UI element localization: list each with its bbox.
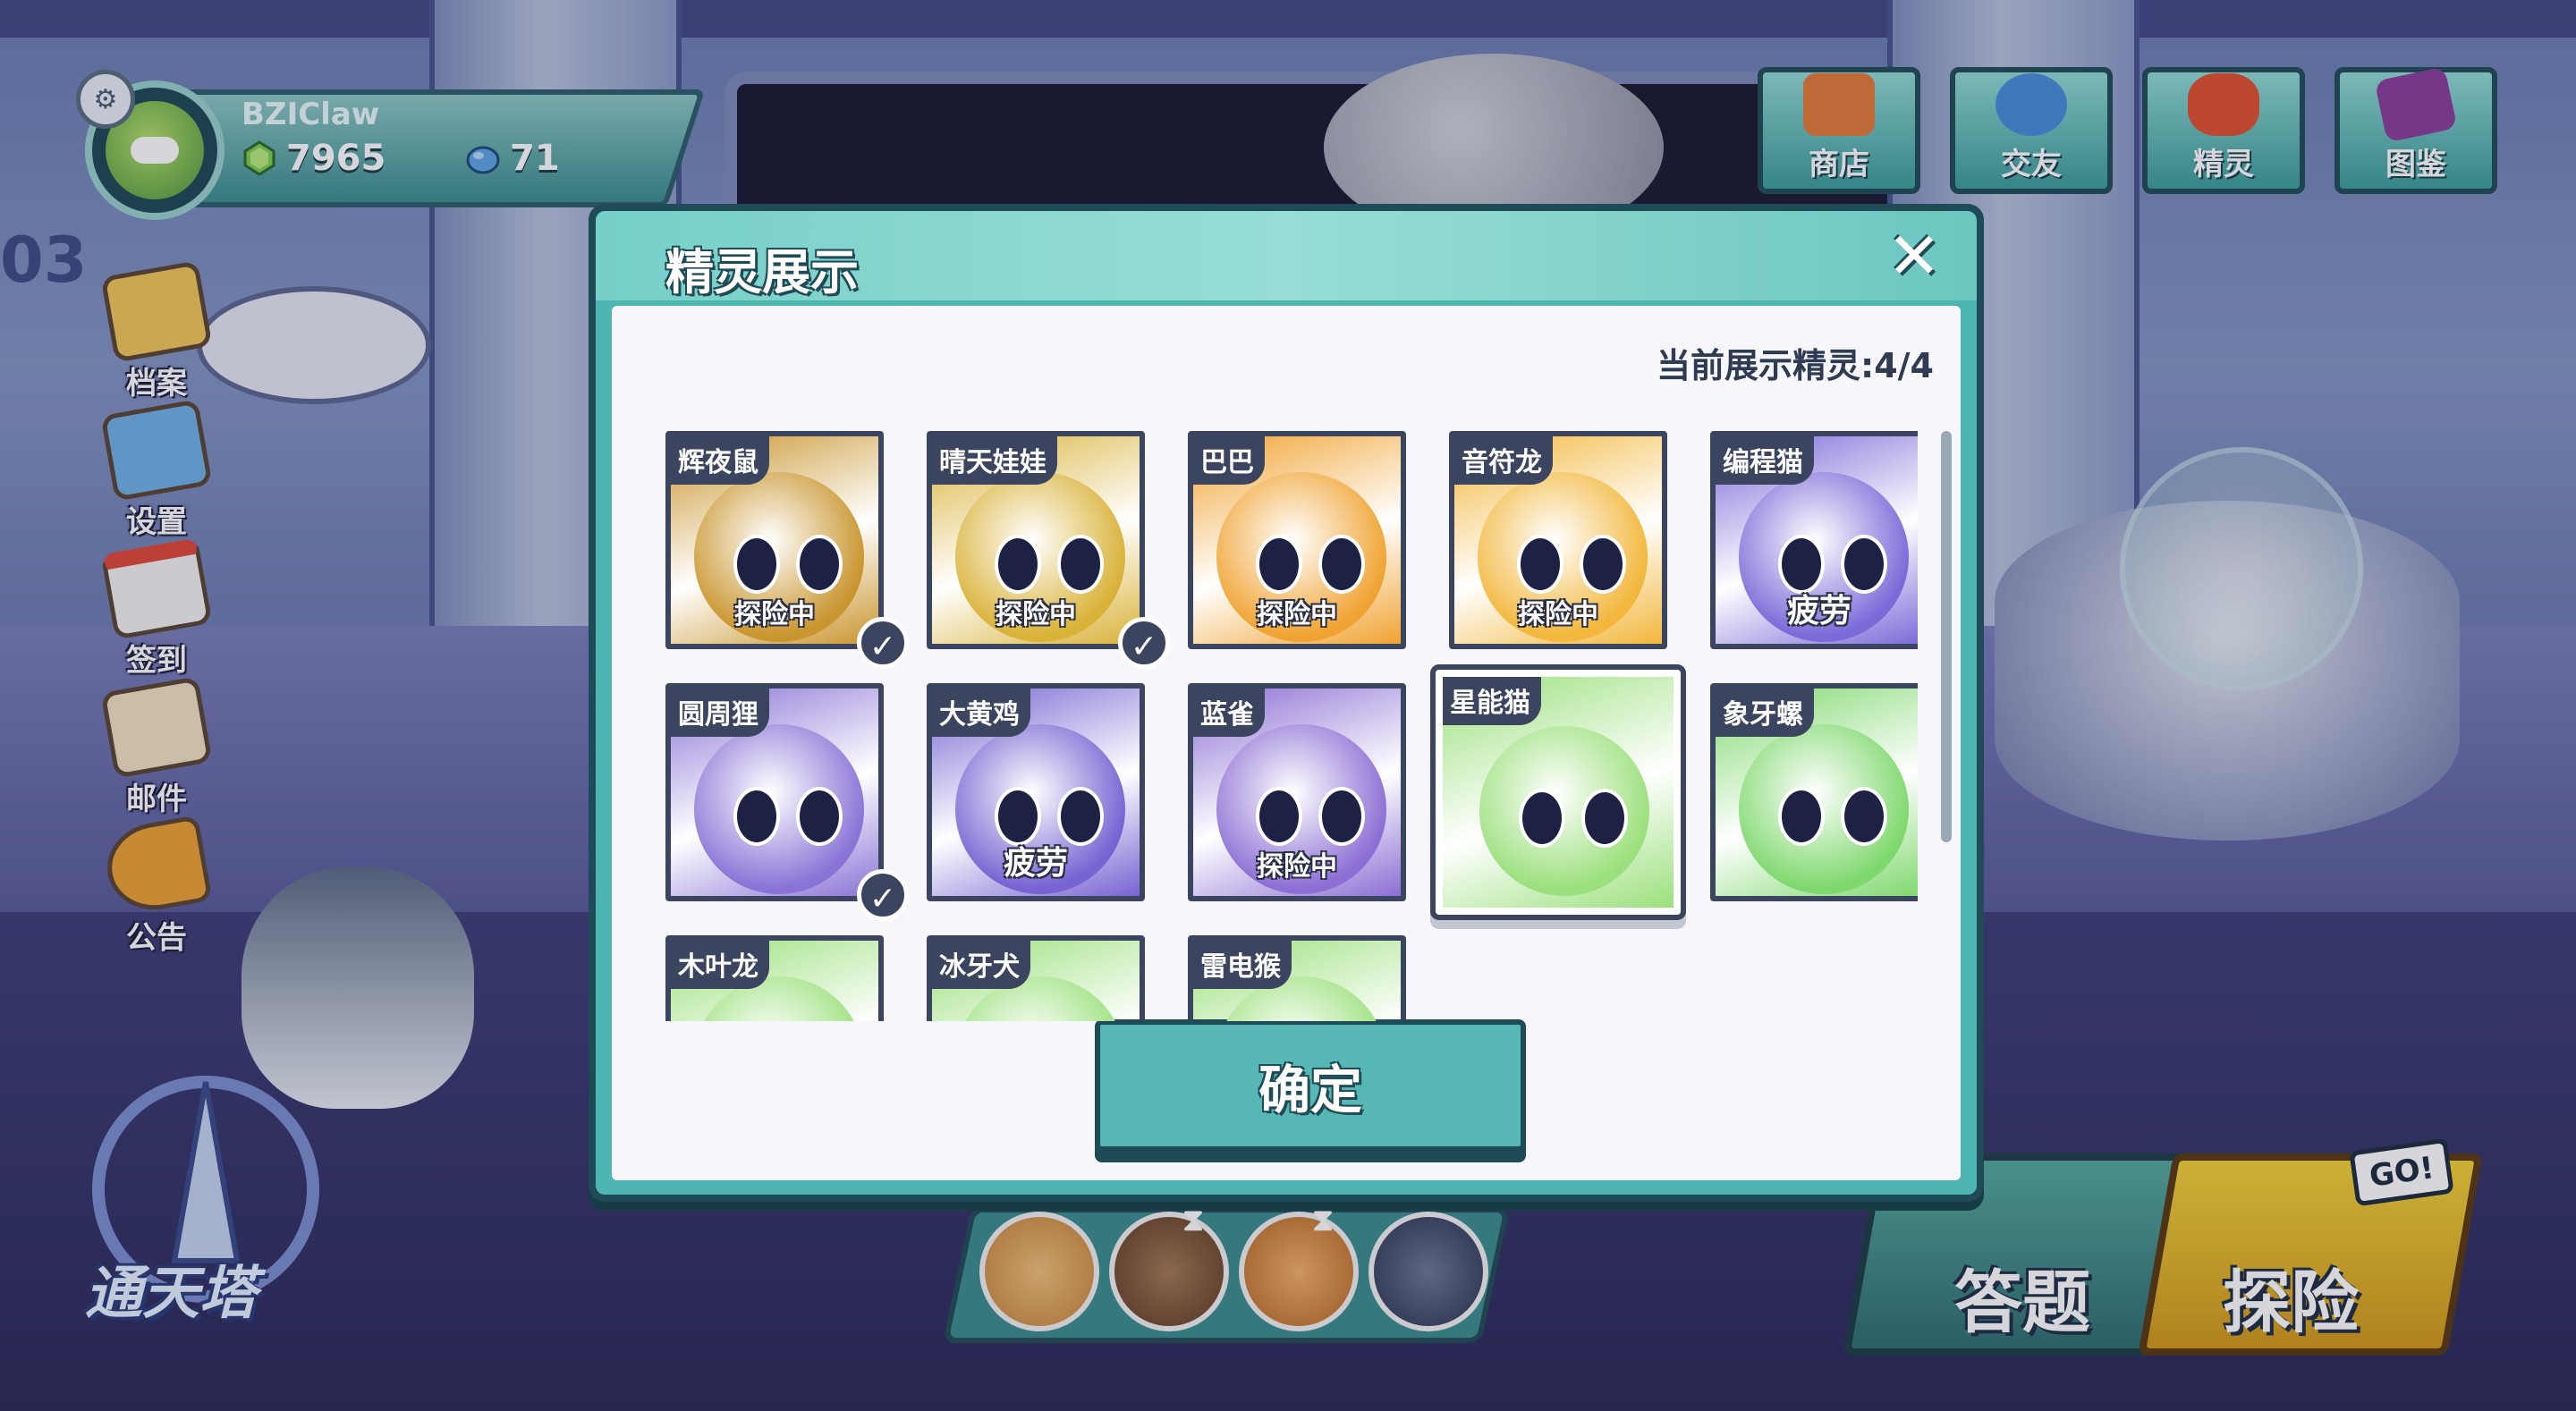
sprite-eye	[1256, 535, 1302, 594]
sprite-card[interactable]: 辉夜鼠探险中	[665, 431, 884, 649]
sprite-eye	[1841, 787, 1887, 846]
sprite-card[interactable]: 冰牙犬	[927, 935, 1145, 1021]
sprite-grid: 辉夜鼠 探险中 ✓ 晴天娃娃 探险中 ✓ 巴巴 探险中 音符龙 探险中 编程猫 疲劳 圆周狸 ✓ 大黄鸡 疲劳…	[665, 431, 1918, 1021]
sprite-display-dialog: 精灵展示 ✕ 当前展示精灵:4/4 辉夜鼠 探险中 ✓ 晴天娃娃 探险中 ✓ 巴巴 探险中 音符…	[589, 204, 1984, 1202]
sprite-name: 圆周狸	[671, 689, 769, 737]
sprite-card[interactable]: 圆周狸	[665, 683, 884, 901]
sprite-name: 星能猫	[1443, 677, 1541, 725]
sprite-eye	[733, 787, 780, 846]
sprite-eye	[1517, 535, 1563, 594]
sprite-eye	[1256, 787, 1302, 846]
sprite-name: 编程猫	[1716, 436, 1814, 485]
sprite-name: 大黄鸡	[932, 689, 1030, 737]
sprite-card[interactable]: 象牙螺	[1710, 683, 1918, 901]
sprite-eye	[995, 535, 1041, 594]
sprite-name: 冰牙犬	[932, 941, 1030, 989]
sprite-card[interactable]: 音符龙探险中	[1449, 431, 1667, 649]
sprite-eye	[1318, 787, 1365, 846]
sprite-status: 疲劳	[1003, 845, 1068, 882]
sprite-eye	[796, 787, 843, 846]
dialog-body: 当前展示精灵:4/4 辉夜鼠 探险中 ✓ 晴天娃娃 探险中 ✓ 巴巴 探险中 音符龙 探险中 编程猫…	[612, 306, 1961, 1180]
sprite-eye	[1778, 787, 1825, 846]
sprite-name: 辉夜鼠	[671, 436, 769, 485]
sprite-card[interactable]: 星能猫	[1436, 670, 1681, 915]
sprite-status: 探险中	[996, 599, 1076, 630]
close-icon[interactable]: ✕	[1884, 224, 1945, 288]
sprite-list-scrollbar[interactable]	[1941, 431, 1952, 842]
sprite-status: 疲劳	[1786, 593, 1852, 629]
confirm-button[interactable]: 确定	[1095, 1019, 1526, 1152]
sprite-status: 探险中	[1257, 851, 1337, 883]
sprite-name: 巴巴	[1193, 436, 1265, 485]
sprite-card[interactable]: 雷电猴	[1188, 935, 1406, 1021]
sprite-eye	[1057, 535, 1104, 594]
sprite-name: 雷电猴	[1193, 941, 1292, 989]
check-icon[interactable]: ✓	[857, 869, 909, 921]
sprite-card[interactable]: 巴巴探险中	[1188, 431, 1406, 649]
check-icon[interactable]: ✓	[857, 617, 909, 669]
sprite-eye	[1581, 789, 1628, 848]
sprite-card[interactable]: 木叶龙	[665, 935, 884, 1021]
sprite-name: 蓝雀	[1193, 689, 1265, 737]
sprite-name: 音符龙	[1454, 436, 1553, 485]
sprite-eye	[733, 535, 780, 594]
sprite-card[interactable]: 大黄鸡疲劳	[927, 683, 1145, 901]
sprite-card[interactable]: 编程猫疲劳	[1710, 431, 1918, 649]
sprite-eye	[796, 535, 843, 594]
check-icon[interactable]: ✓	[1118, 617, 1170, 669]
sprite-eye	[1519, 789, 1565, 848]
dialog-title: 精灵展示	[665, 244, 859, 300]
sprite-card[interactable]: 晴天娃娃探险中	[927, 431, 1145, 649]
sprite-status: 探险中	[1257, 599, 1337, 630]
sprite-name: 木叶龙	[671, 941, 769, 989]
sprite-eye	[1318, 535, 1365, 594]
sprite-name: 象牙螺	[1716, 689, 1814, 737]
sprite-eye	[1580, 535, 1626, 594]
display-count: 当前展示精灵:4/4	[1657, 346, 1934, 385]
sprite-status: 探险中	[1518, 599, 1598, 630]
sprite-status: 探险中	[734, 599, 815, 630]
confirm-button-label: 确定	[1258, 1060, 1362, 1120]
sprite-name: 晴天娃娃	[932, 436, 1057, 485]
sprite-card[interactable]: 蓝雀探险中	[1188, 683, 1406, 901]
